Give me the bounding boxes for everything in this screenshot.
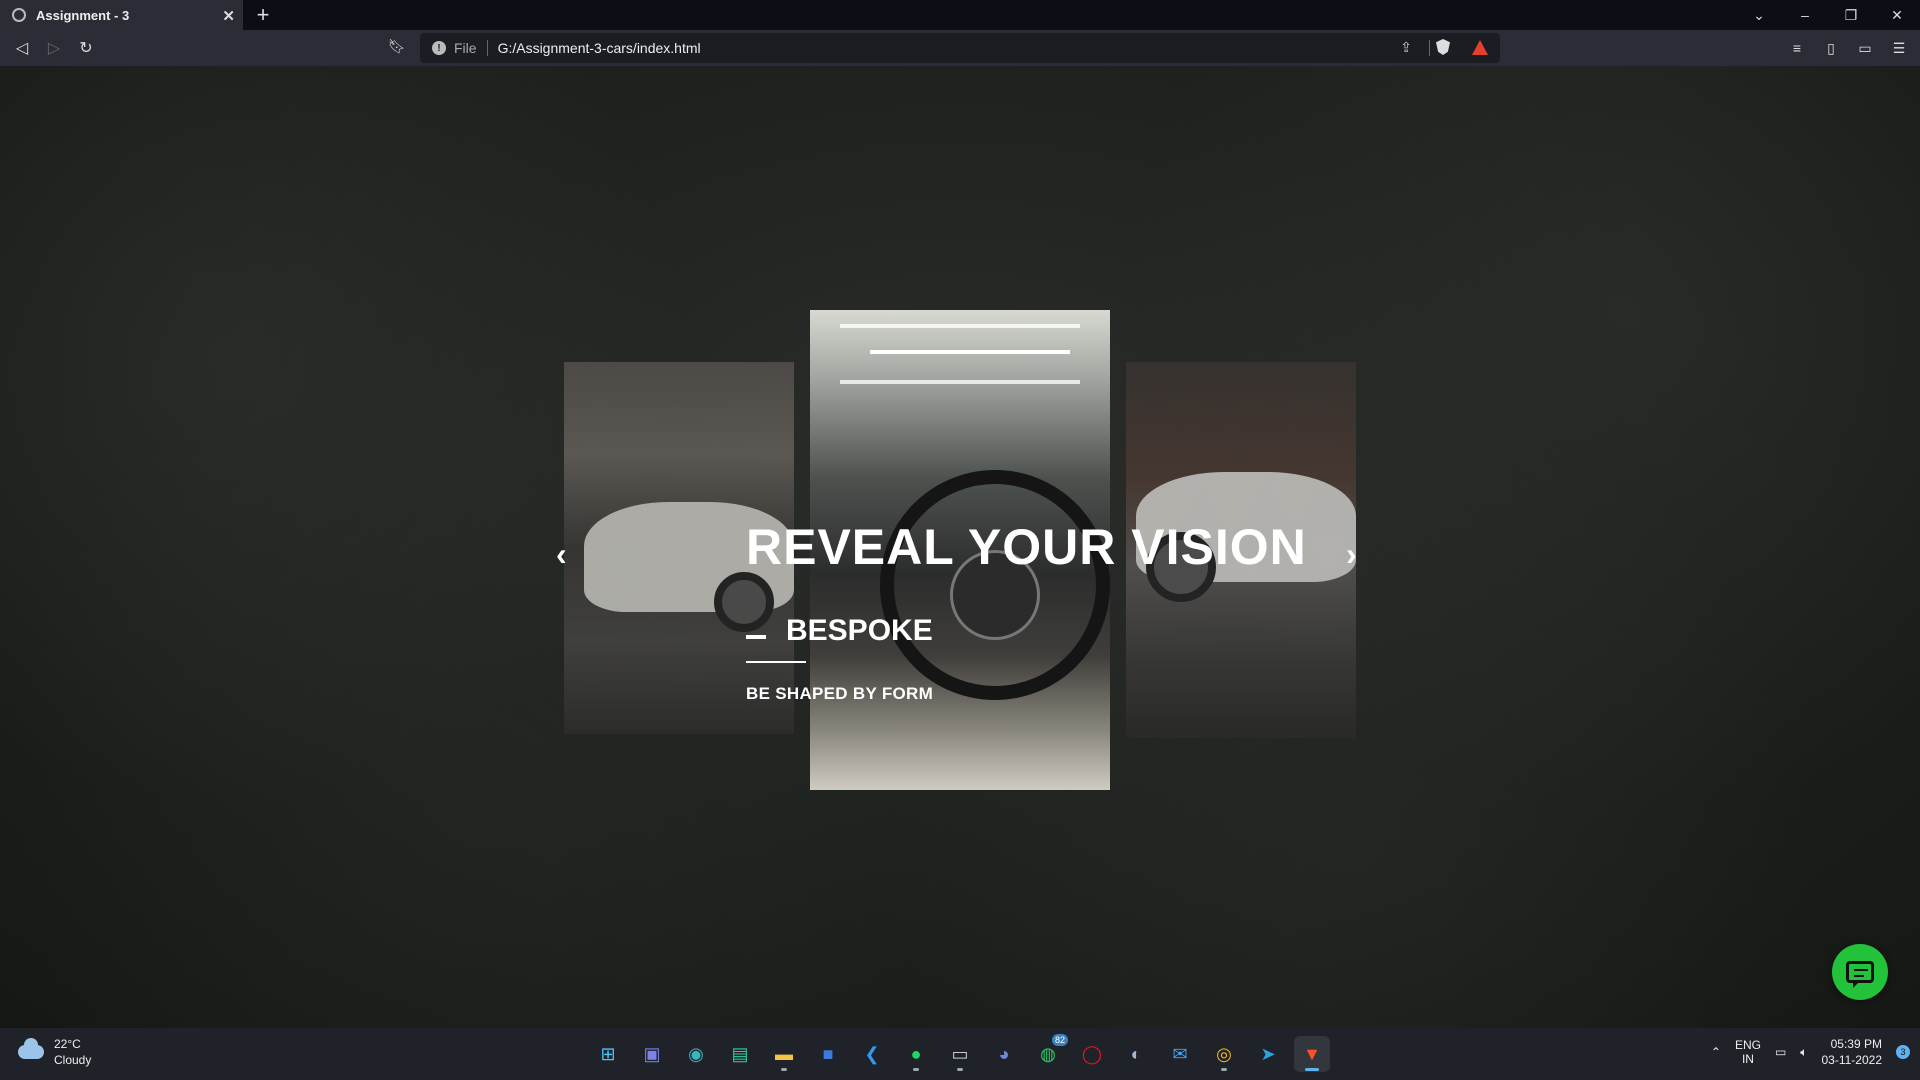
tray-overflow-chevron-icon[interactable]: ⌃ — [1711, 1045, 1721, 1059]
whatsapp-badge: 82 — [1051, 1034, 1068, 1046]
volume-icon[interactable]: 🔈︎ — [1800, 1045, 1807, 1060]
playlist-icon[interactable]: ≡ — [1786, 37, 1808, 59]
clock-date: 03-11-2022 — [1821, 1053, 1883, 1067]
url-divider — [486, 40, 488, 56]
vscode-icon[interactable]: ❮ — [854, 1036, 890, 1072]
language-code: ENG — [1734, 1038, 1761, 1052]
system-tray: ⌃ ENG IN ▭ 🔈︎ 05:39 PM 03-11-2022 3 — [1711, 1036, 1910, 1068]
carousel-prev-arrow-icon[interactable]: ‹ — [556, 536, 567, 573]
store-icon[interactable]: ▤ — [722, 1036, 758, 1072]
clock[interactable]: 05:39 PM 03-11-2022 — [1822, 1036, 1883, 1068]
mail-icon[interactable]: ✉ — [1162, 1036, 1198, 1072]
discord-icon[interactable]: ◕ — [986, 1036, 1022, 1072]
weather-widget[interactable]: 22°C Cloudy — [18, 1036, 91, 1068]
start-icon[interactable]: ⊞ — [590, 1036, 626, 1072]
terminal-icon[interactable]: ▭ — [942, 1036, 978, 1072]
chat-button[interactable] — [1832, 944, 1888, 1000]
tab-close-icon[interactable]: ✕ — [222, 7, 235, 25]
taskbar: 22°C Cloudy ⊞ ▣ ◉ ▤ ▬ ■ ❮ ● ▭ ◕ ◍ 82 ◯ ◐ … — [0, 1028, 1920, 1080]
url-scheme: File — [454, 40, 477, 56]
hero-subheading: BESPOKE — [746, 614, 933, 648]
restore-button[interactable]: ❐ — [1828, 0, 1874, 30]
bookmark-icon[interactable]: 🔖︎ — [388, 38, 406, 55]
hero-headline: REVEAL YOUR VISION — [746, 519, 1307, 575]
tab-search-chevron-icon[interactable]: ⌄ — [1736, 0, 1782, 30]
subheading-dash — [746, 635, 766, 639]
tab-title: Assignment - 3 — [36, 7, 130, 23]
garage-lights — [840, 324, 1080, 384]
weather-temp: 22°C — [54, 1037, 81, 1051]
network-icon[interactable]: ▭ — [1775, 1045, 1786, 1059]
window-controls: ⌄ – ❐ ✕ — [1736, 0, 1920, 30]
close-window-button[interactable]: ✕ — [1874, 0, 1920, 30]
spotify-icon[interactable]: ● — [898, 1036, 934, 1072]
region-code: IN — [1741, 1052, 1754, 1066]
brave-shields-icon[interactable] — [1436, 39, 1450, 55]
hero-tagline: BE SHAPED BY FORM — [746, 684, 934, 703]
page-favicon-icon — [12, 8, 26, 22]
forward-button[interactable]: ▷ — [38, 33, 70, 63]
minimize-button[interactable]: – — [1782, 0, 1828, 30]
reload-button[interactable]: ↻ — [70, 33, 102, 63]
web-page: ‹ › REVEAL YOUR VISION BESPOKE BE SHAPED… — [0, 66, 1920, 1028]
file-explorer-icon[interactable]: ▬ — [766, 1036, 802, 1072]
wallet-icon[interactable]: ▭ — [1854, 37, 1876, 59]
back-button[interactable]: ◁ — [6, 33, 38, 63]
site-info-icon[interactable]: ! — [432, 41, 446, 55]
bitwarden-icon[interactable]: ■ — [810, 1036, 846, 1072]
brave-rewards-icon[interactable] — [1472, 40, 1488, 55]
language-indicator[interactable]: ENG IN — [1735, 1038, 1761, 1066]
subheading-text: BESPOKE — [786, 614, 933, 647]
steam-icon[interactable]: ◐ — [1118, 1036, 1154, 1072]
teams-icon[interactable]: ▣ — [634, 1036, 670, 1072]
browser-tab-bar: Assignment - 3 ✕ + ⌄ – ❐ ✕ — [0, 0, 1920, 30]
telegram-icon[interactable]: ➤ — [1250, 1036, 1286, 1072]
sidebar-icon[interactable]: ▯ — [1820, 37, 1842, 59]
browser-tab[interactable]: Assignment - 3 ✕ — [0, 0, 243, 30]
menu-icon[interactable]: ☰ — [1888, 37, 1910, 59]
whatsapp-icon[interactable]: ◍ 82 — [1030, 1034, 1068, 1072]
carousel-next-arrow-icon[interactable]: › — [1346, 536, 1357, 573]
garage-light-bar — [870, 350, 1070, 354]
address-bar[interactable]: ! File G:/Assignment-3-cars/index.html ⇪ — [420, 33, 1500, 63]
browser-toolbar: ◁ ▷ ↻ 🔖︎ ! File G:/Assignment-3-cars/ind… — [0, 30, 1920, 66]
subheading-underline — [746, 661, 806, 663]
clock-time: 05:39 PM — [1830, 1037, 1882, 1051]
weather-desc: Cloudy — [54, 1053, 92, 1067]
opera-icon[interactable]: ◯ — [1074, 1036, 1110, 1072]
url-text[interactable]: G:/Assignment-3-cars/index.html — [498, 40, 701, 56]
new-tab-button[interactable]: + — [249, 0, 277, 30]
share-icon[interactable]: ⇪ — [1400, 39, 1412, 56]
brave-icon[interactable]: ▼ — [1294, 1036, 1330, 1072]
edge-icon[interactable]: ◉ — [678, 1036, 714, 1072]
toolbar-actions: ≡ ▯ ▭ ☰ — [1786, 30, 1910, 66]
chat-icon — [1846, 961, 1874, 988]
cloud-icon — [18, 1038, 44, 1059]
notification-badge[interactable]: 3 — [1896, 1045, 1910, 1059]
address-bar-divider — [1429, 40, 1430, 56]
chrome-icon[interactable]: ◎ — [1206, 1036, 1242, 1072]
taskbar-apps: ⊞ ▣ ◉ ▤ ▬ ■ ❮ ● ▭ ◕ ◍ 82 ◯ ◐ ✉ ◎ ➤ ▼ — [590, 1034, 1330, 1072]
